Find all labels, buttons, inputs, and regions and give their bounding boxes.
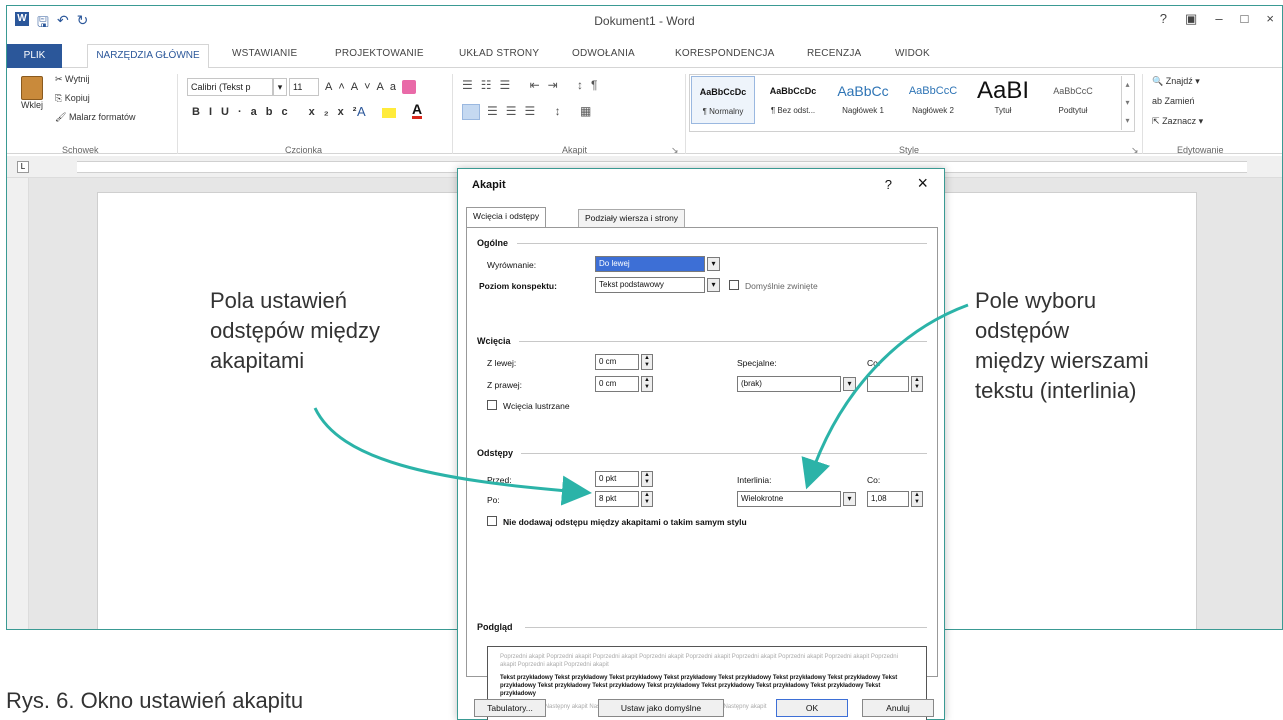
figure-caption: Rys. 6. Okno ustawień akapitu [6,688,304,713]
callout-arrows [313,303,969,506]
arrow-to-line-spacing [801,303,969,490]
arrow-to-spacing-fields [313,407,592,506]
